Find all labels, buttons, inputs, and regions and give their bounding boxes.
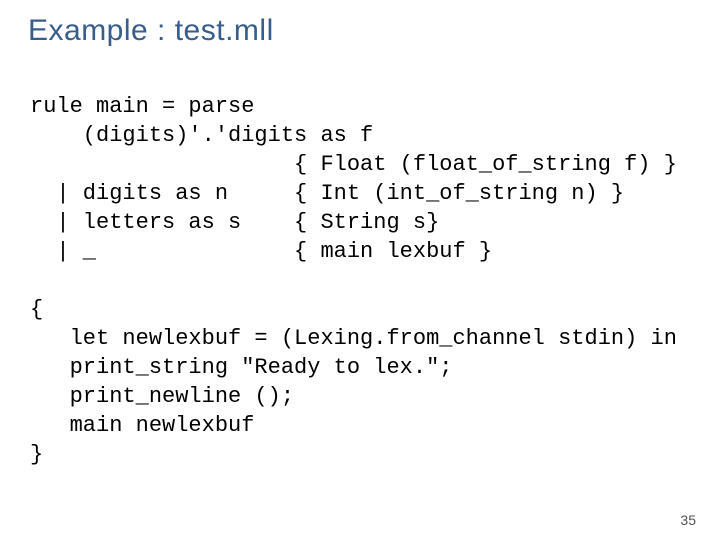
code-block: rule main = parse (digits)'.'digits as f… bbox=[30, 92, 677, 469]
slide-title: Example : test.mll bbox=[28, 14, 274, 48]
slide: Example : test.mll rule main = parse (di… bbox=[0, 0, 720, 540]
page-number: 35 bbox=[680, 512, 696, 528]
